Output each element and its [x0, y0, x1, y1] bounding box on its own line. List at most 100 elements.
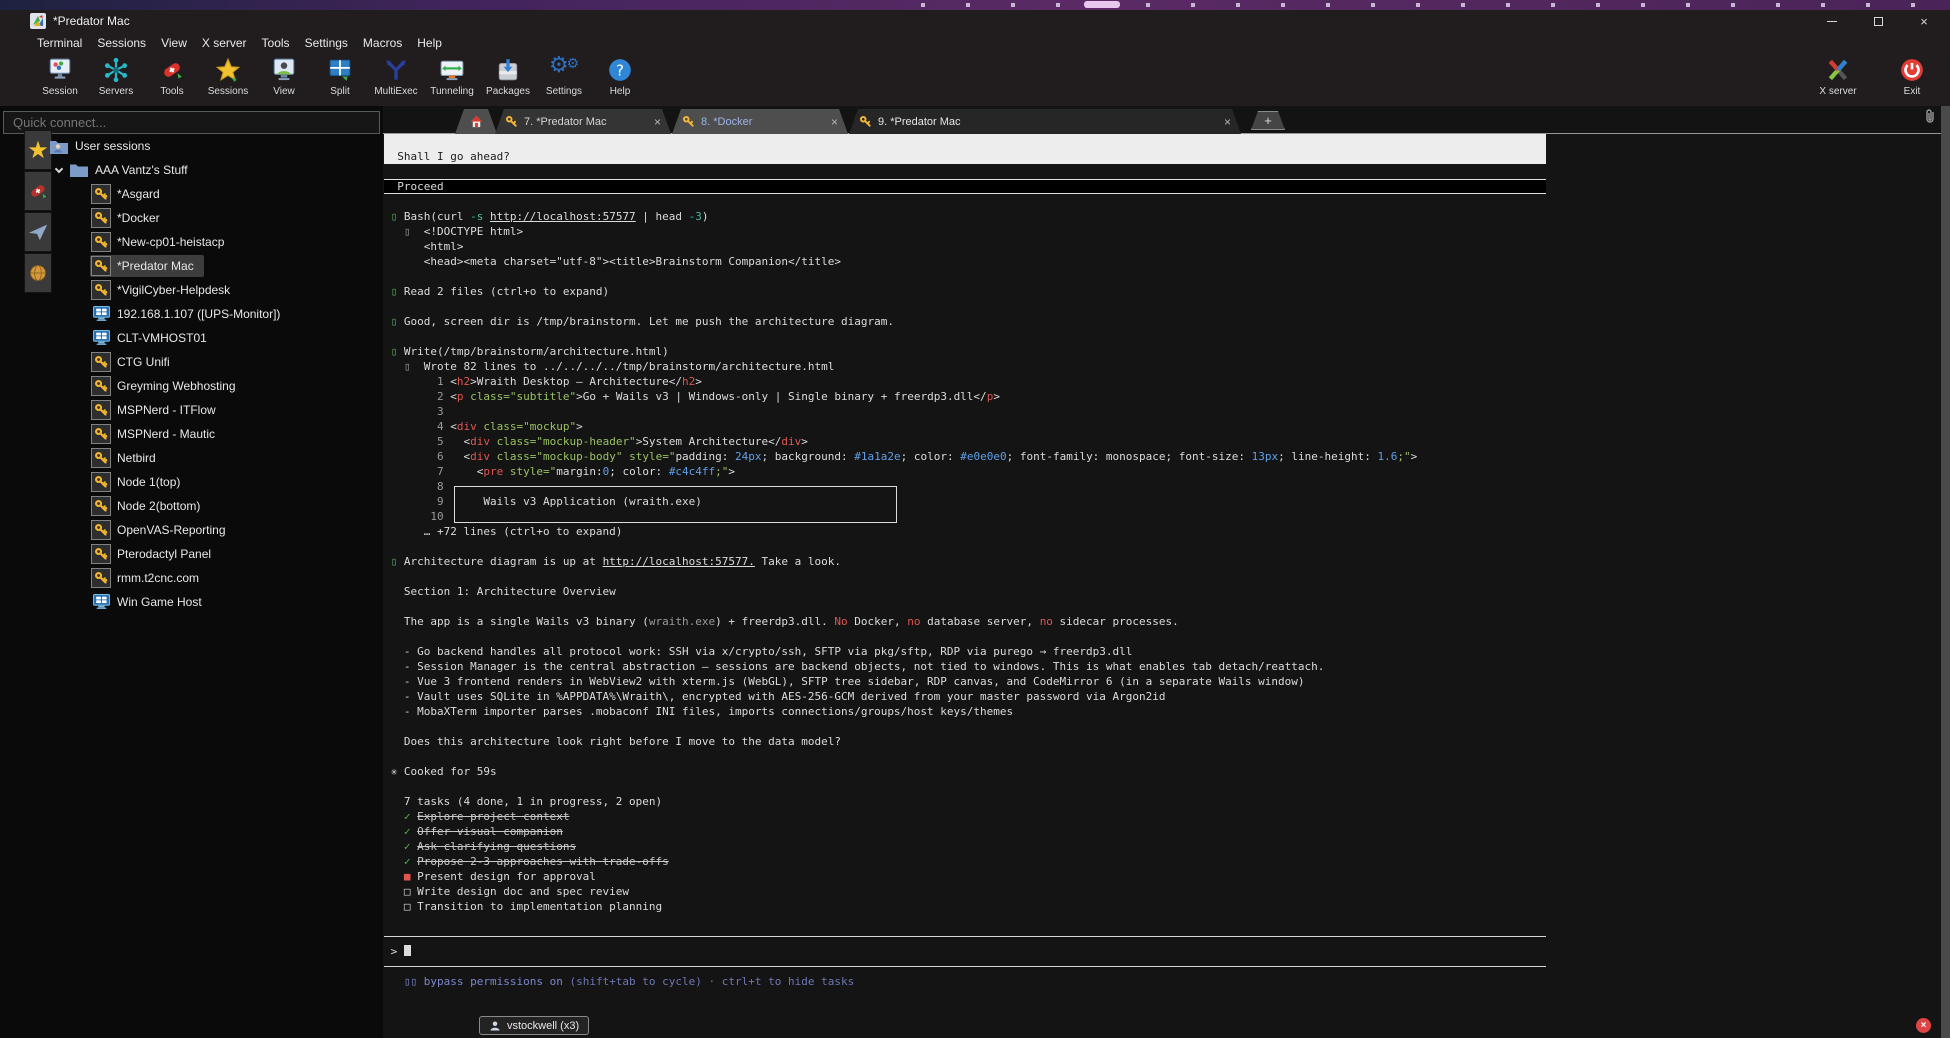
- toolbar-tools-button[interactable]: Tools: [144, 54, 200, 106]
- key-icon: [91, 208, 111, 228]
- menu-help[interactable]: Help: [417, 36, 442, 50]
- key-icon: [91, 472, 111, 492]
- menu-tools[interactable]: Tools: [262, 36, 290, 50]
- settings-gears-icon: ⚙⚙: [551, 57, 577, 83]
- session-item[interactable]: Pterodactyl Panel: [0, 542, 383, 566]
- session-item[interactable]: *New-cp01-heistacp: [0, 230, 383, 254]
- toolbar-servers-button[interactable]: Servers: [88, 54, 144, 106]
- rdp-monitor-icon: [91, 592, 111, 612]
- session-item[interactable]: OpenVAS-Reporting: [0, 518, 383, 542]
- session-icon: [47, 57, 73, 83]
- tab-close-icon[interactable]: ×: [831, 115, 838, 129]
- terminal-cursor: [404, 945, 411, 956]
- toolbar-settings-button[interactable]: ⚙⚙ Settings: [536, 54, 592, 106]
- session-item[interactable]: Node 1(top): [0, 470, 383, 494]
- notification-close-icon[interactable]: ×: [1916, 1018, 1931, 1033]
- user-session-button[interactable]: vstockwell (x3): [479, 1016, 589, 1035]
- tree-root-user-sessions[interactable]: User sessions: [0, 134, 383, 158]
- toolbar-multiexec-button[interactable]: MultiExec: [368, 54, 424, 106]
- toolbar-session-button[interactable]: Session: [32, 54, 88, 106]
- menu-bar: Terminal Sessions View X server Tools Se…: [0, 32, 1950, 54]
- close-button[interactable]: ×: [1907, 10, 1941, 32]
- session-item[interactable]: 192.168.1.107 ([UPS-Monitor]): [0, 302, 383, 326]
- menu-settings[interactable]: Settings: [305, 36, 348, 50]
- tab-docker-8[interactable]: 8. *Docker ×: [672, 109, 848, 134]
- minimize-button[interactable]: [1815, 10, 1849, 32]
- session-item[interactable]: Node 2(bottom): [0, 494, 383, 518]
- toolbar-packages-button[interactable]: Packages: [480, 54, 536, 106]
- terminal-pane[interactable]: Shall I go ahead? Proceed ▯ Bash(curl -s…: [383, 134, 1941, 1038]
- taskbar-active-app-pill: [1084, 1, 1120, 8]
- desktop-taskbar-strip: [0, 0, 1950, 10]
- session-item[interactable]: CLT-VMHOST01: [0, 326, 383, 350]
- new-tab-button[interactable]: +: [1251, 111, 1285, 130]
- xserver-icon: [1825, 57, 1851, 83]
- window-title: *Predator Mac: [53, 14, 130, 28]
- svg-text:?: ?: [616, 61, 624, 79]
- quick-connect-input[interactable]: [3, 111, 380, 134]
- key-icon: [91, 400, 111, 420]
- session-item[interactable]: MSPNerd - ITFlow: [0, 398, 383, 422]
- mobaxterm-app-icon: [30, 13, 46, 29]
- session-item[interactable]: Greyming Webhosting: [0, 374, 383, 398]
- key-icon: [91, 544, 111, 564]
- tools-icon: [159, 57, 185, 83]
- menu-macros[interactable]: Macros: [363, 36, 402, 50]
- rdp-monitor-icon: [91, 304, 111, 324]
- session-item[interactable]: Netbird: [0, 446, 383, 470]
- session-item[interactable]: CTG Unifi: [0, 350, 383, 374]
- session-item[interactable]: MSPNerd - Mautic: [0, 422, 383, 446]
- key-icon: [859, 115, 872, 128]
- user-sessions-folder-icon: [50, 139, 68, 154]
- split-icon: [327, 57, 353, 83]
- key-icon: [91, 376, 111, 396]
- menu-sessions[interactable]: Sessions: [97, 36, 146, 50]
- menu-xserver[interactable]: X server: [202, 36, 247, 50]
- tunneling-icon: [439, 57, 465, 83]
- toolbar-view-button[interactable]: View: [256, 54, 312, 106]
- key-icon: [505, 115, 518, 128]
- rdp-monitor-icon: [91, 328, 111, 348]
- menu-view[interactable]: View: [161, 36, 187, 50]
- folder-icon: [70, 163, 88, 177]
- toolbar-split-button[interactable]: Split: [312, 54, 368, 106]
- home-icon: [469, 114, 484, 129]
- session-item[interactable]: *Predator Mac: [0, 254, 383, 278]
- tab-predator-mac-9[interactable]: 9. *Predator Mac ×: [849, 109, 1241, 134]
- servers-icon: [103, 57, 129, 83]
- tree-group-label: AAA Vantz's Stuff: [95, 163, 188, 177]
- session-item[interactable]: rmm.t2cnc.com: [0, 566, 383, 590]
- key-icon: [91, 280, 111, 300]
- window-chrome: *Predator Mac × Terminal Sessions View X…: [0, 10, 1950, 106]
- sessions-star-icon: [215, 57, 241, 83]
- session-item[interactable]: *Asgard: [0, 182, 383, 206]
- key-icon: [91, 256, 111, 276]
- toolbar-tunneling-button[interactable]: Tunneling: [424, 54, 480, 106]
- sessions-tree: User sessions AAA Vantz's Stuff *Asgard …: [0, 134, 383, 614]
- chevron-down-icon[interactable]: [55, 165, 63, 173]
- scrollbar[interactable]: [1941, 106, 1950, 1038]
- screen: *Predator Mac × Terminal Sessions View X…: [0, 0, 1950, 1038]
- key-icon: [91, 448, 111, 468]
- tab-close-icon[interactable]: ×: [654, 115, 661, 129]
- user-session-label: vstockwell (x3): [507, 1020, 579, 1032]
- toolbar-xserver-button[interactable]: X server: [1810, 54, 1866, 106]
- tab-home[interactable]: [455, 109, 497, 134]
- menu-terminal[interactable]: Terminal: [37, 36, 82, 50]
- key-icon: [682, 115, 695, 128]
- tree-root-label: User sessions: [75, 139, 150, 153]
- tree-group-row[interactable]: AAA Vantz's Stuff: [0, 158, 383, 182]
- maximize-button[interactable]: [1861, 10, 1895, 32]
- toolbar-help-button[interactable]: ? Help: [592, 54, 648, 106]
- tab-close-icon[interactable]: ×: [1224, 115, 1231, 129]
- toolbar-exit-button[interactable]: Exit: [1884, 54, 1940, 106]
- key-icon: [91, 520, 111, 540]
- toolbar-right-group: X server Exit: [1810, 54, 1940, 106]
- toolbar-sessions-button[interactable]: Sessions: [200, 54, 256, 106]
- session-item[interactable]: *Docker: [0, 206, 383, 230]
- session-item[interactable]: *VigilCyber-Helpdesk: [0, 278, 383, 302]
- paperclip-icon[interactable]: [1922, 107, 1938, 125]
- key-icon: [91, 352, 111, 372]
- tab-predator-mac-7[interactable]: 7. *Predator Mac ×: [495, 109, 671, 134]
- session-item[interactable]: Win Game Host: [0, 590, 383, 614]
